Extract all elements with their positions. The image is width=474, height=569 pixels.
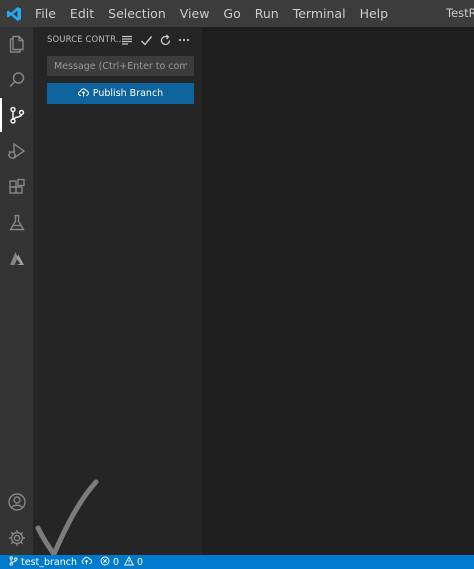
manage-gear-icon[interactable] xyxy=(0,521,33,555)
azure-icon[interactable] xyxy=(0,242,33,276)
menu-run[interactable]: Run xyxy=(248,0,286,27)
extensions-icon[interactable] xyxy=(0,170,33,204)
panel-header: SOURCE CONTR... xyxy=(33,27,202,54)
source-control-panel: SOURCE CONTR... Message (Ctrl+Enter to c… xyxy=(33,27,202,555)
menu-file[interactable]: File xyxy=(28,0,63,27)
editor-area[interactable] xyxy=(202,27,474,555)
menu-help[interactable]: Help xyxy=(353,0,396,27)
search-icon[interactable] xyxy=(0,63,33,97)
window-title: TestRe xyxy=(446,6,474,20)
commit-check-icon[interactable] xyxy=(138,32,154,48)
error-count: 0 xyxy=(113,556,120,568)
branch-status[interactable]: test_branch xyxy=(0,555,78,569)
cloud-upload-icon xyxy=(81,556,93,568)
problems-status[interactable]: 0 0 xyxy=(97,555,143,569)
testing-icon[interactable] xyxy=(0,206,33,240)
error-circle-icon xyxy=(100,556,110,569)
run-debug-icon[interactable] xyxy=(0,134,33,168)
explorer-icon[interactable] xyxy=(0,27,33,61)
vscode-logo-icon xyxy=(0,0,28,27)
title-bar: File Edit Selection View Go Run Terminal… xyxy=(0,0,474,27)
status-bar: test_branch 0 0 xyxy=(0,555,474,569)
accounts-icon[interactable] xyxy=(0,485,33,519)
warning-count: 0 xyxy=(137,556,144,568)
publish-branch-label: Publish Branch xyxy=(92,88,164,99)
panel-title: SOURCE CONTR... xyxy=(47,35,125,45)
menu-selection[interactable]: Selection xyxy=(101,0,173,27)
vscode-window: File Edit Selection View Go Run Terminal… xyxy=(0,0,474,569)
menu-bar: File Edit Selection View Go Run Terminal… xyxy=(28,0,395,27)
activity-bar xyxy=(0,27,33,555)
menu-terminal[interactable]: Terminal xyxy=(286,0,353,27)
refresh-icon[interactable] xyxy=(157,32,173,48)
source-control-icon[interactable] xyxy=(0,98,33,132)
publish-branch-button[interactable]: Publish Branch xyxy=(47,83,194,104)
menu-view[interactable]: View xyxy=(173,0,217,27)
git-branch-icon xyxy=(9,555,18,569)
menu-edit[interactable]: Edit xyxy=(63,0,101,27)
branch-name: test_branch xyxy=(21,556,78,568)
warning-triangle-icon xyxy=(123,555,135,569)
more-actions-icon[interactable] xyxy=(176,32,192,48)
view-as-tree-icon[interactable] xyxy=(119,32,135,48)
publish-status-button[interactable] xyxy=(76,555,97,569)
cloud-upload-icon xyxy=(77,87,89,100)
menu-go[interactable]: Go xyxy=(216,0,247,27)
commit-message-input[interactable] xyxy=(47,56,194,76)
